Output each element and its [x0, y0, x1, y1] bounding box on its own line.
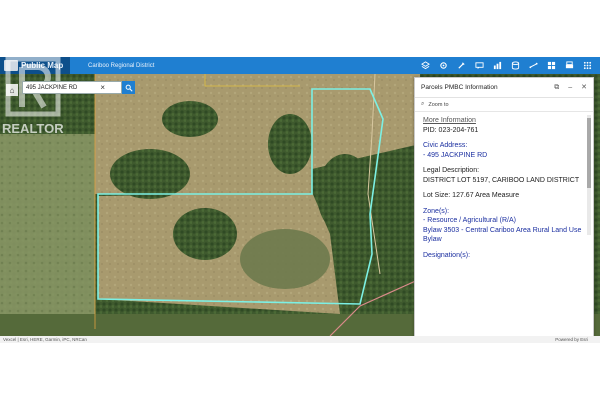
clear-search-icon[interactable]: ×	[100, 83, 105, 92]
pid-text: PID: 023-204-761	[423, 126, 479, 134]
app-title: Public Map	[21, 61, 64, 70]
minimize-icon[interactable]: –	[568, 83, 572, 92]
toolbar	[421, 57, 592, 74]
database-icon[interactable]	[511, 61, 520, 70]
zoom-to-icon: ⌕	[421, 101, 425, 107]
chart-icon[interactable]	[493, 61, 502, 70]
crd-logo-icon	[4, 60, 18, 71]
zone-label: Zone(s):	[423, 207, 450, 215]
settings-icon[interactable]	[439, 61, 448, 70]
zone-value-1: - Resource / Agricultural (R/A)	[423, 217, 516, 224]
designation-label: Designation(s):	[423, 251, 471, 259]
tools-icon[interactable]	[457, 61, 466, 70]
measure-icon[interactable]	[529, 61, 538, 70]
search-icon	[125, 84, 133, 92]
zoom-to-button[interactable]: ⌕ Zoom to	[415, 98, 593, 112]
grid-icon[interactable]	[583, 61, 592, 70]
zoom-to-label: Zoom to	[428, 101, 449, 108]
more-info-link[interactable]: More Information	[423, 116, 583, 126]
info-panel: Parcels PMBC Information ⧉ – ✕ ⌕ Zoom to…	[414, 77, 594, 343]
panel-scrollbar[interactable]	[587, 115, 591, 235]
search-input[interactable]: 495 JACKPINE RD	[26, 85, 77, 91]
map-screenshot: Public Map Cariboo Regional District REA…	[0, 57, 600, 343]
app-bar: Public Map Cariboo Regional District	[0, 57, 600, 74]
basemap-icon[interactable]	[547, 61, 556, 70]
scrollbar-thumb[interactable]	[587, 118, 591, 188]
civic-label: Civic Address:	[423, 142, 468, 149]
district-name: Cariboo Regional District	[88, 62, 155, 69]
map-controls: ⌂	[6, 84, 18, 96]
civic-value: - 495 JACKPINE RD	[423, 151, 488, 159]
search-box[interactable]: 495 JACKPINE RD ×	[22, 81, 135, 94]
panel-header: Parcels PMBC Information ⧉ – ✕	[415, 78, 593, 98]
dock-icon[interactable]: ⧉	[554, 83, 559, 92]
search-button[interactable]	[122, 81, 135, 94]
print-icon[interactable]	[565, 61, 574, 70]
zone-value-2: Bylaw 3503 - Central Cariboo Area Rural …	[423, 226, 582, 244]
chat-icon[interactable]	[475, 61, 484, 70]
app-logo: Public Map	[0, 57, 70, 74]
powered-by-text[interactable]: Powered by Esri	[555, 337, 588, 342]
legal-value: DISTRICT LOT 5197, CARIBOO LAND DISTRICT	[423, 176, 580, 184]
home-icon[interactable]: ⌂	[6, 84, 18, 96]
attribution-text: Vexcel | Esri, HERE, Garmin, iPC, NRCan	[3, 337, 87, 342]
close-icon[interactable]: ✕	[581, 83, 587, 92]
panel-content: More Information PID: 023-204-761 Civic …	[415, 112, 593, 260]
attribution-bar: Vexcel | Esri, HERE, Garmin, iPC, NRCan …	[0, 336, 600, 343]
layers-icon[interactable]	[421, 61, 430, 70]
lot-size-text: Lot Size: 127.67 Area Measure	[423, 192, 520, 199]
legal-label: Legal Description:	[423, 167, 480, 174]
panel-title: Parcels PMBC Information	[421, 84, 498, 91]
